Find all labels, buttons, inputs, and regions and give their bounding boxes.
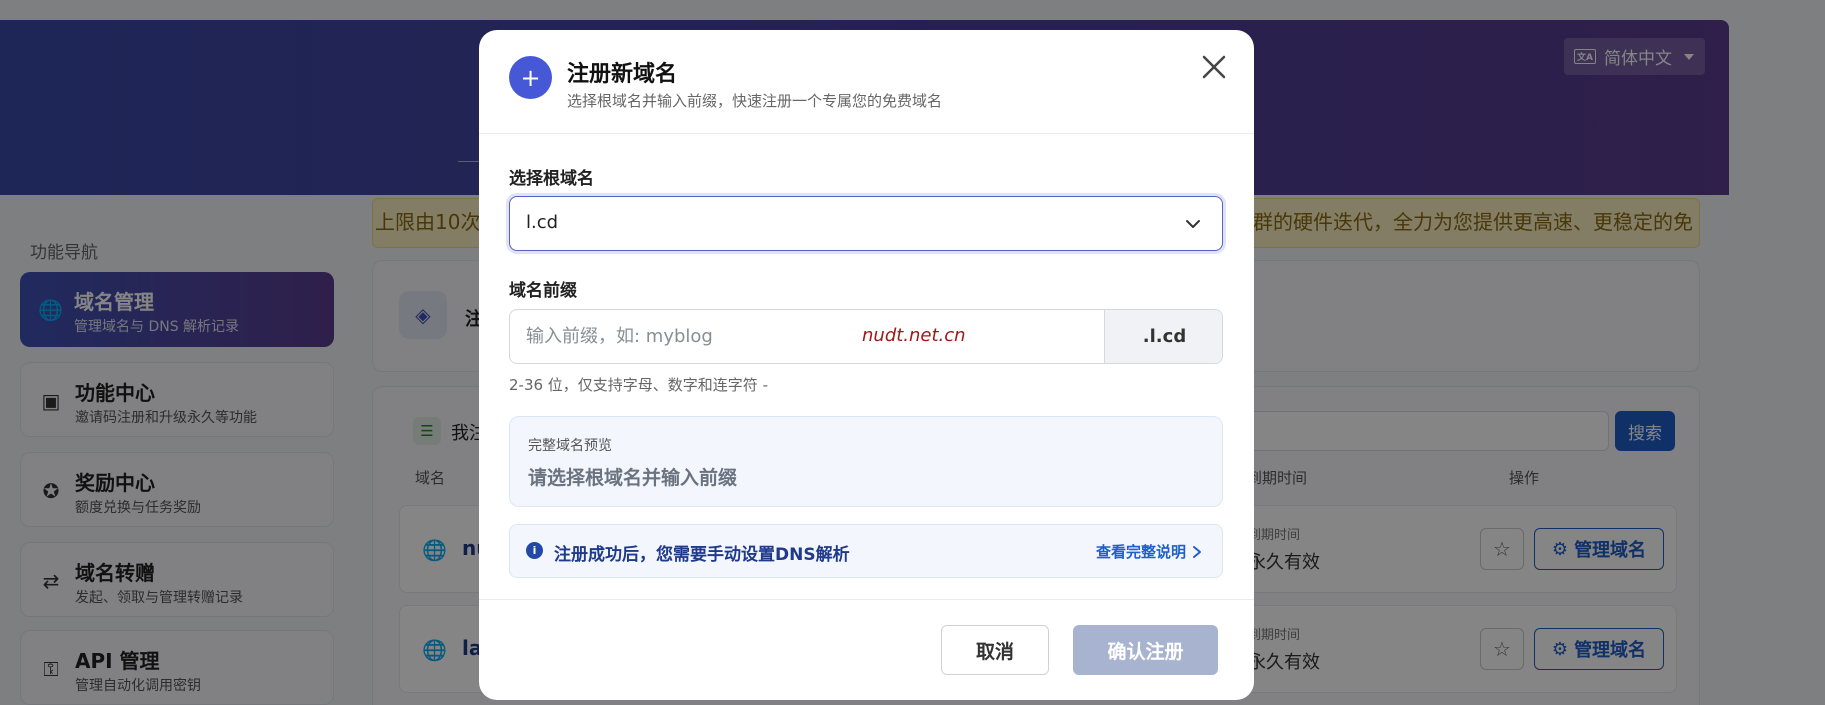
root-domain-label: 选择根域名 — [509, 169, 594, 189]
root-domain-value: l.cd — [526, 212, 559, 233]
prefix-input-group: nudt.net.cn .l.cd — [509, 309, 1223, 364]
close-icon — [1202, 55, 1226, 79]
preview-label: 完整域名预览 — [528, 438, 612, 454]
dns-info-box: i 注册成功后，您需要手动设置DNS解析 查看完整说明 — [509, 524, 1223, 578]
info-icon: i — [526, 542, 543, 559]
root-domain-select[interactable]: l.cd — [509, 196, 1223, 251]
modal-header: + 注册新域名 选择根域名并输入前缀，快速注册一个专属您的免费域名 — [479, 30, 1254, 134]
modal-subtitle: 选择根域名并输入前缀，快速注册一个专属您的免费域名 — [567, 92, 943, 110]
chevron-down-icon — [1186, 220, 1200, 228]
view-instructions-link[interactable]: 查看完整说明 — [1096, 541, 1202, 562]
modal-title: 注册新域名 — [567, 62, 678, 87]
info-text: 注册成功后，您需要手动设置DNS解析 — [554, 545, 850, 565]
cancel-button[interactable]: 取消 — [941, 625, 1049, 675]
preview-value: 请选择根域名并输入前缀 — [528, 467, 738, 489]
close-button[interactable] — [1197, 50, 1231, 84]
domain-preview-box: 完整域名预览 请选择根域名并输入前缀 — [509, 416, 1223, 507]
prefix-hint: 2-36 位，仅支持字母、数字和连字符 - — [509, 376, 768, 394]
chevron-right-icon — [1193, 545, 1202, 558]
plus-icon: + — [509, 56, 552, 99]
prefix-label: 域名前缀 — [509, 281, 577, 301]
info-link-label: 查看完整说明 — [1096, 543, 1187, 561]
confirm-register-button[interactable]: 确认注册 — [1073, 625, 1218, 675]
prefix-input[interactable] — [510, 310, 1104, 363]
domain-suffix: .l.cd — [1104, 310, 1222, 363]
register-domain-modal: + 注册新域名 选择根域名并输入前缀，快速注册一个专属您的免费域名 选择根域名 … — [479, 30, 1254, 700]
modal-footer: 取消 确认注册 — [479, 599, 1254, 700]
